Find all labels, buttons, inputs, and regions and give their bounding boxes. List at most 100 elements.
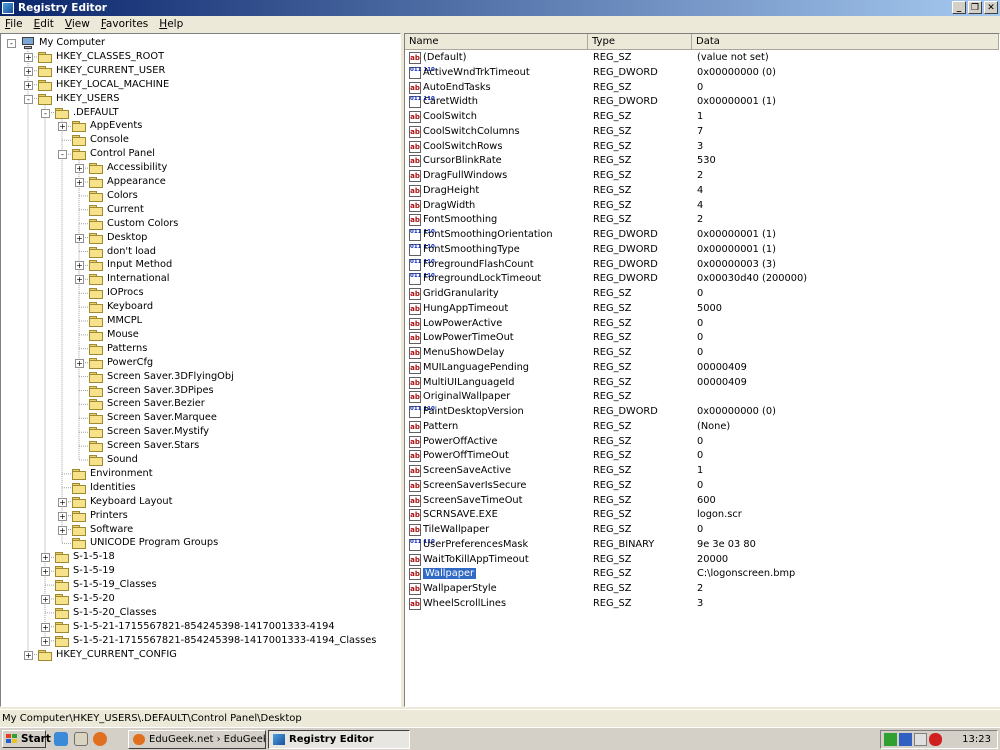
tree-node[interactable]: MMCPL [1, 314, 399, 328]
tree-node[interactable]: + PowerCfg [1, 356, 399, 370]
tree-node[interactable]: + International [1, 272, 399, 286]
value-row[interactable]: ab WheelScrollLines REG_SZ 3 [405, 597, 999, 612]
collapse-minus-icon[interactable]: - [58, 150, 67, 160]
tree-node[interactable]: + HKEY_CLASSES_ROOT [1, 50, 399, 64]
tree-node[interactable]: + HKEY_CURRENT_USER [1, 64, 399, 78]
tree-node[interactable]: + S-1-5-21-1715567821-854245398-141700133… [1, 620, 399, 634]
tree-node[interactable]: + S-1-5-21-1715567821-854245398-141700133… [1, 634, 399, 648]
tree-node[interactable]: - .DEFAULT [1, 106, 399, 120]
value-row[interactable]: ab TileWallpaper REG_SZ 0 [405, 523, 999, 538]
tree-node[interactable]: + HKEY_CURRENT_CONFIG [1, 648, 399, 662]
expand-plus-icon[interactable]: + [24, 80, 33, 90]
value-row[interactable]: ab MultiUILanguageId REG_SZ 00000409 [405, 376, 999, 391]
tree-node[interactable]: + Input Method [1, 258, 399, 272]
value-row[interactable]: ab SCRNSAVE.EXE REG_SZ logon.scr [405, 508, 999, 523]
collapse-minus-icon[interactable]: - [7, 39, 16, 48]
expand-plus-icon[interactable]: + [75, 261, 84, 271]
value-row[interactable]: 011 110 ForegroundFlashCount REG_DWORD 0x00… [405, 258, 999, 273]
tree-node[interactable]: Screen Saver.Mystify [1, 425, 399, 439]
value-row[interactable]: 011 110 ForegroundLockTimeout REG_DWORD 0x0… [405, 272, 999, 287]
value-row[interactable]: 011 110 FontSmoothingOrientation REG_DWORD… [405, 228, 999, 243]
tree-node[interactable]: Colors [1, 189, 399, 203]
tree-node[interactable]: + Software [1, 523, 399, 537]
value-row[interactable]: 011 110 UserPreferencesMask REG_BINARY 9e 3… [405, 538, 999, 553]
value-row[interactable]: 011 110 CaretWidth REG_DWORD 0x00000001 (1) [405, 95, 999, 110]
value-row[interactable]: ab CoolSwitchColumns REG_SZ 7 [405, 125, 999, 140]
expand-plus-icon[interactable]: + [75, 358, 84, 368]
value-row[interactable]: ab DragFullWindows REG_SZ 2 [405, 169, 999, 184]
value-row[interactable]: ab GridGranularity REG_SZ 0 [405, 287, 999, 302]
menu-edit[interactable]: Edit [29, 16, 60, 32]
menu-favorites[interactable]: Favorites [96, 16, 154, 32]
expand-plus-icon[interactable]: + [41, 567, 50, 577]
expand-plus-icon[interactable]: + [75, 233, 84, 243]
title-bar[interactable]: Registry Editor _ ❐ ✕ [0, 0, 1000, 16]
value-row[interactable]: ab (Default) REG_SZ (value not set) [405, 51, 999, 66]
expand-plus-icon[interactable]: + [41, 595, 50, 604]
tree-node[interactable]: UNICODE Program Groups [1, 536, 399, 550]
tree-node[interactable]: IOProcs [1, 286, 399, 300]
value-row[interactable]: ab FontSmoothing REG_SZ 2 [405, 213, 999, 228]
value-row[interactable]: ab AutoEndTasks REG_SZ 0 [405, 81, 999, 96]
value-row[interactable]: ab CoolSwitchRows REG_SZ 3 [405, 140, 999, 155]
value-row[interactable]: ab LowPowerActive REG_SZ 0 [405, 317, 999, 332]
security-tray-icon[interactable] [884, 733, 897, 746]
value-row[interactable]: ab WaitToKillAppTimeout REG_SZ 20000 [405, 553, 999, 568]
tree-node[interactable]: Identities [1, 481, 399, 495]
tree-node[interactable]: + Printers [1, 509, 399, 523]
value-row[interactable]: ab MenuShowDelay REG_SZ 0 [405, 346, 999, 361]
value-row[interactable]: ab PowerOffActive REG_SZ 0 [405, 435, 999, 450]
tree-node[interactable]: Screen Saver.Bezier [1, 397, 399, 411]
tree-node[interactable]: S-1-5-19_Classes [1, 578, 399, 592]
expand-plus-icon[interactable]: + [24, 66, 33, 76]
value-row[interactable]: ab CursorBlinkRate REG_SZ 530 [405, 154, 999, 169]
expand-plus-icon[interactable]: + [75, 178, 84, 187]
tree-node[interactable]: + S-1-5-18 [1, 550, 399, 564]
tree-node[interactable]: + AppEvents [1, 119, 399, 133]
tree-node[interactable]: Screen Saver.Stars [1, 439, 399, 453]
value-row[interactable]: ab LowPowerTimeOut REG_SZ 0 [405, 331, 999, 346]
value-row[interactable]: ab MUILanguagePending REG_SZ 00000409 [405, 361, 999, 376]
tree-node[interactable]: Current [1, 203, 399, 217]
start-button[interactable]: Start [2, 730, 51, 748]
value-row[interactable]: 011 110 PaintDesktopVersion REG_DWORD 0x000… [405, 405, 999, 420]
tree-node[interactable]: Console [1, 133, 399, 147]
antivirus-tray-icon[interactable] [914, 733, 927, 746]
expand-plus-icon[interactable]: + [24, 650, 33, 660]
value-row[interactable]: ab ScreenSaverIsSecure REG_SZ 0 [405, 479, 999, 494]
menu-help[interactable]: Help [154, 16, 189, 32]
column-header-type[interactable]: Type [588, 34, 692, 50]
tree-node[interactable]: Mouse [1, 328, 399, 342]
column-header-data[interactable]: Data [692, 34, 999, 50]
tree-node[interactable]: Patterns [1, 342, 399, 356]
tree-node[interactable]: Environment [1, 467, 399, 481]
value-row[interactable]: 011 110 ActiveWndTrkTimeout REG_DWORD 0x000… [405, 66, 999, 81]
task-button-browser[interactable]: EduGeek.net › EduGeek ... [128, 730, 266, 749]
tree-node[interactable]: Keyboard [1, 300, 399, 314]
tree-node[interactable]: Screen Saver.Marquee [1, 411, 399, 425]
value-row[interactable]: 011 110 FontSmoothingType REG_DWORD 0x00000… [405, 243, 999, 258]
value-row[interactable]: ab DragHeight REG_SZ 4 [405, 184, 999, 199]
alert-tray-icon[interactable] [929, 733, 942, 746]
key-tree-pane[interactable]: - My Computer + HKEY_CLASSES_ROOT + HKEY_CURR… [0, 33, 401, 707]
column-header-name[interactable]: Name [405, 34, 588, 50]
expand-plus-icon[interactable]: + [58, 497, 67, 507]
collapse-minus-icon[interactable]: - [24, 94, 33, 104]
value-row[interactable]: ab ScreenSaveTimeOut REG_SZ 600 [405, 494, 999, 509]
expand-plus-icon[interactable]: + [58, 525, 67, 535]
value-row[interactable]: ab Wallpaper REG_SZ C:\logonscreen.bmp [405, 567, 999, 582]
close-button[interactable]: ✕ [984, 1, 998, 14]
tree-node[interactable]: + S-1-5-19 [1, 564, 399, 578]
value-row[interactable]: ab WallpaperStyle REG_SZ 2 [405, 582, 999, 597]
value-row[interactable]: ab OriginalWallpaper REG_SZ [405, 390, 999, 405]
value-row[interactable]: ab CoolSwitch REG_SZ 1 [405, 110, 999, 125]
tree-node[interactable]: + Desktop [1, 231, 399, 245]
minimize-button[interactable]: _ [952, 1, 966, 14]
expand-plus-icon[interactable]: + [75, 275, 84, 285]
restore-button[interactable]: ❐ [968, 1, 982, 14]
value-row[interactable]: ab DragWidth REG_SZ 4 [405, 199, 999, 214]
tree-node[interactable]: don't load [1, 245, 399, 259]
collapse-minus-icon[interactable]: - [41, 108, 50, 118]
expand-plus-icon[interactable]: + [41, 636, 50, 646]
tree-node[interactable]: + S-1-5-20 [1, 592, 399, 606]
